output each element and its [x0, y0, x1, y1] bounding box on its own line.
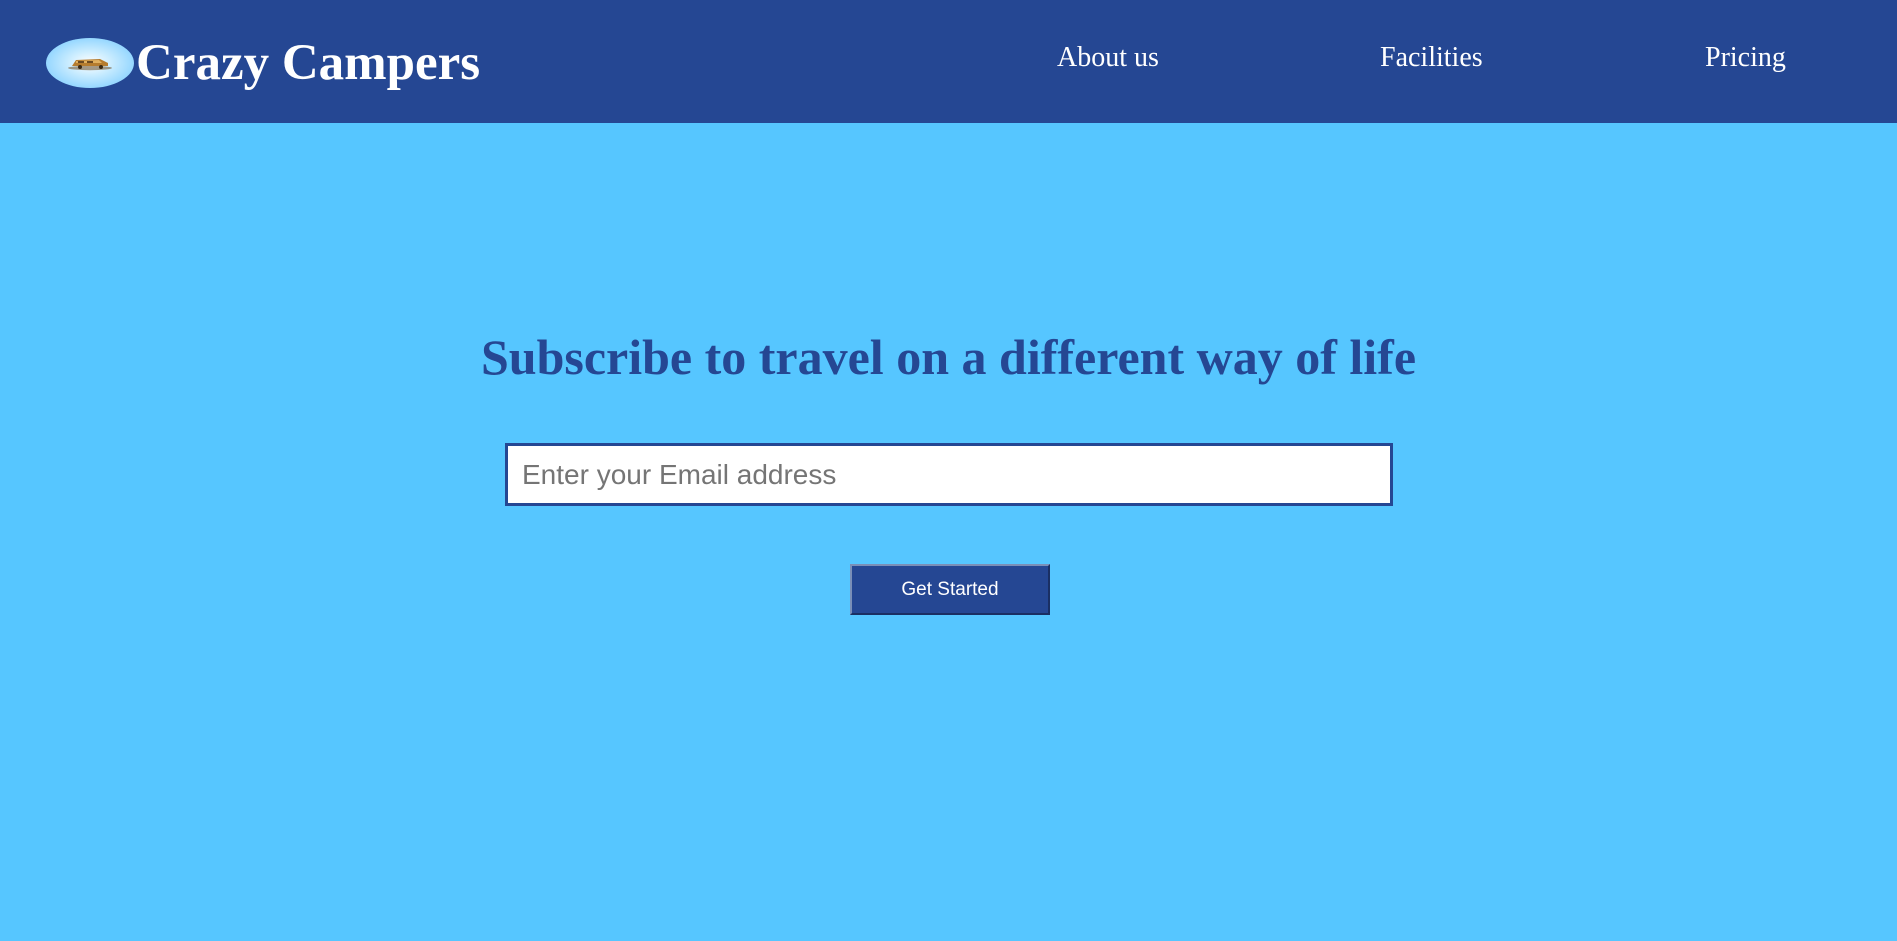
brand-name[interactable]: Crazy Campers [136, 37, 480, 89]
nav-item-facilities[interactable]: Facilities [1380, 44, 1483, 72]
site-header: Crazy Campers About us Facilities Pricin… [0, 0, 1897, 123]
nav-item-about-us[interactable]: About us [1057, 44, 1159, 72]
brand[interactable]: Crazy Campers [46, 28, 480, 98]
email-field[interactable] [505, 443, 1393, 506]
camper-van-graphic [68, 59, 112, 71]
get-started-button[interactable]: Get Started [850, 564, 1050, 615]
camper-van-icon[interactable] [46, 38, 134, 88]
nav-item-pricing[interactable]: Pricing [1705, 44, 1786, 72]
page-title: Subscribe to travel on a different way o… [480, 329, 1417, 385]
